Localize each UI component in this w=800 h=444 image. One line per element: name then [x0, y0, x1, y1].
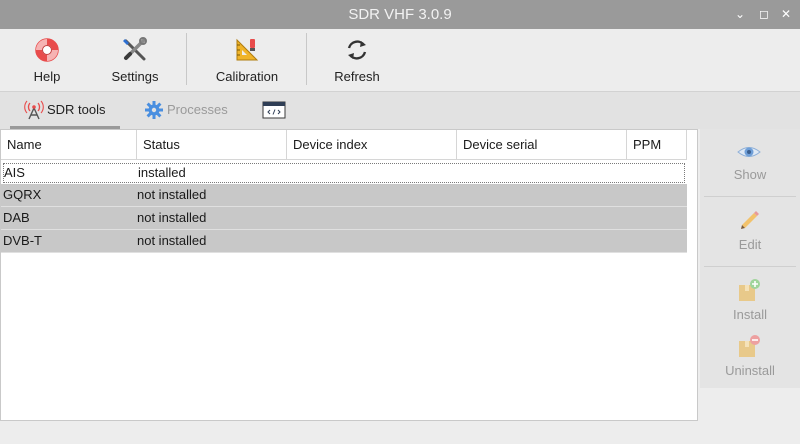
table-row[interactable]: AIS installed — [3, 163, 685, 183]
tab-sdr-tools-label: SDR tools — [47, 102, 106, 117]
cell-status: not installed — [137, 187, 207, 202]
cell-name: DVB-T — [3, 233, 42, 248]
uninstall-button[interactable]: Uninstall — [700, 325, 800, 393]
status-bar — [0, 421, 800, 444]
toolbar: Help Settings Calibration Refresh — [0, 29, 800, 91]
set-square-icon — [236, 38, 259, 61]
settings-button[interactable]: Settings — [100, 33, 170, 87]
refresh-label: Refresh — [334, 69, 380, 84]
window-title: SDR VHF 3.0.9 — [348, 6, 452, 23]
gear-icon — [145, 101, 163, 119]
tab-bar: SDR tools Processes — [0, 91, 800, 129]
help-label: Help — [33, 69, 61, 84]
calibration-label: Calibration — [215, 69, 279, 84]
wrench-screwdriver-icon — [123, 37, 147, 61]
tab-sdr-tools[interactable]: SDR tools — [10, 92, 120, 129]
sidebar-separator — [704, 266, 796, 267]
package-add-icon — [739, 279, 760, 301]
install-label: Install — [733, 307, 767, 322]
cell-name: GQRX — [3, 187, 42, 202]
edit-label: Edit — [738, 237, 762, 252]
action-sidebar: Show Edit Install Uninstall — [700, 129, 800, 388]
tab-processes-label: Processes — [167, 102, 228, 117]
package-remove-icon — [739, 335, 760, 357]
table-header: Name Status Device index Device serial P… — [1, 130, 687, 160]
refresh-button[interactable]: Refresh — [322, 33, 392, 87]
show-label: Show — [733, 167, 767, 182]
uninstall-label: Uninstall — [725, 363, 775, 378]
cell-name: AIS — [4, 165, 25, 180]
cell-status: installed — [138, 165, 186, 180]
help-button[interactable]: Help — [12, 33, 82, 87]
show-button[interactable]: Show — [700, 129, 800, 197]
column-header-device-index[interactable]: Device index — [287, 130, 457, 160]
column-header-name[interactable]: Name — [1, 130, 137, 160]
maximize-button[interactable]: ◻ — [756, 6, 772, 22]
cell-name: DAB — [3, 210, 30, 225]
pencil-icon — [741, 211, 759, 229]
antenna-icon — [24, 100, 44, 120]
calibration-button[interactable]: Calibration — [206, 33, 288, 87]
column-header-status[interactable]: Status — [137, 130, 287, 160]
table-row[interactable]: DVB-T not installed — [1, 230, 687, 253]
minimize-button[interactable]: ⌄ — [732, 6, 748, 22]
tab-code[interactable] — [252, 92, 296, 129]
toolbar-separator — [306, 33, 307, 85]
column-header-device-serial[interactable]: Device serial — [457, 130, 627, 160]
sidebar-separator — [704, 196, 796, 197]
cell-status: not installed — [137, 233, 207, 248]
refresh-icon — [347, 40, 367, 60]
title-bar: SDR VHF 3.0.9 ⌄ ◻ ✕ — [0, 0, 800, 29]
edit-button[interactable]: Edit — [700, 199, 800, 267]
lifebuoy-icon — [35, 38, 59, 62]
table-row[interactable]: GQRX not installed — [1, 184, 687, 207]
table-row[interactable]: DAB not installed — [1, 207, 687, 230]
tools-table: Name Status Device index Device serial P… — [0, 129, 698, 421]
close-button[interactable]: ✕ — [778, 6, 794, 22]
eye-icon — [737, 147, 761, 157]
settings-label: Settings — [111, 69, 159, 84]
tab-processes[interactable]: Processes — [130, 92, 242, 129]
column-header-ppm[interactable]: PPM — [627, 130, 687, 160]
cell-status: not installed — [137, 210, 207, 225]
toolbar-separator — [186, 33, 187, 85]
code-icon — [262, 101, 286, 119]
